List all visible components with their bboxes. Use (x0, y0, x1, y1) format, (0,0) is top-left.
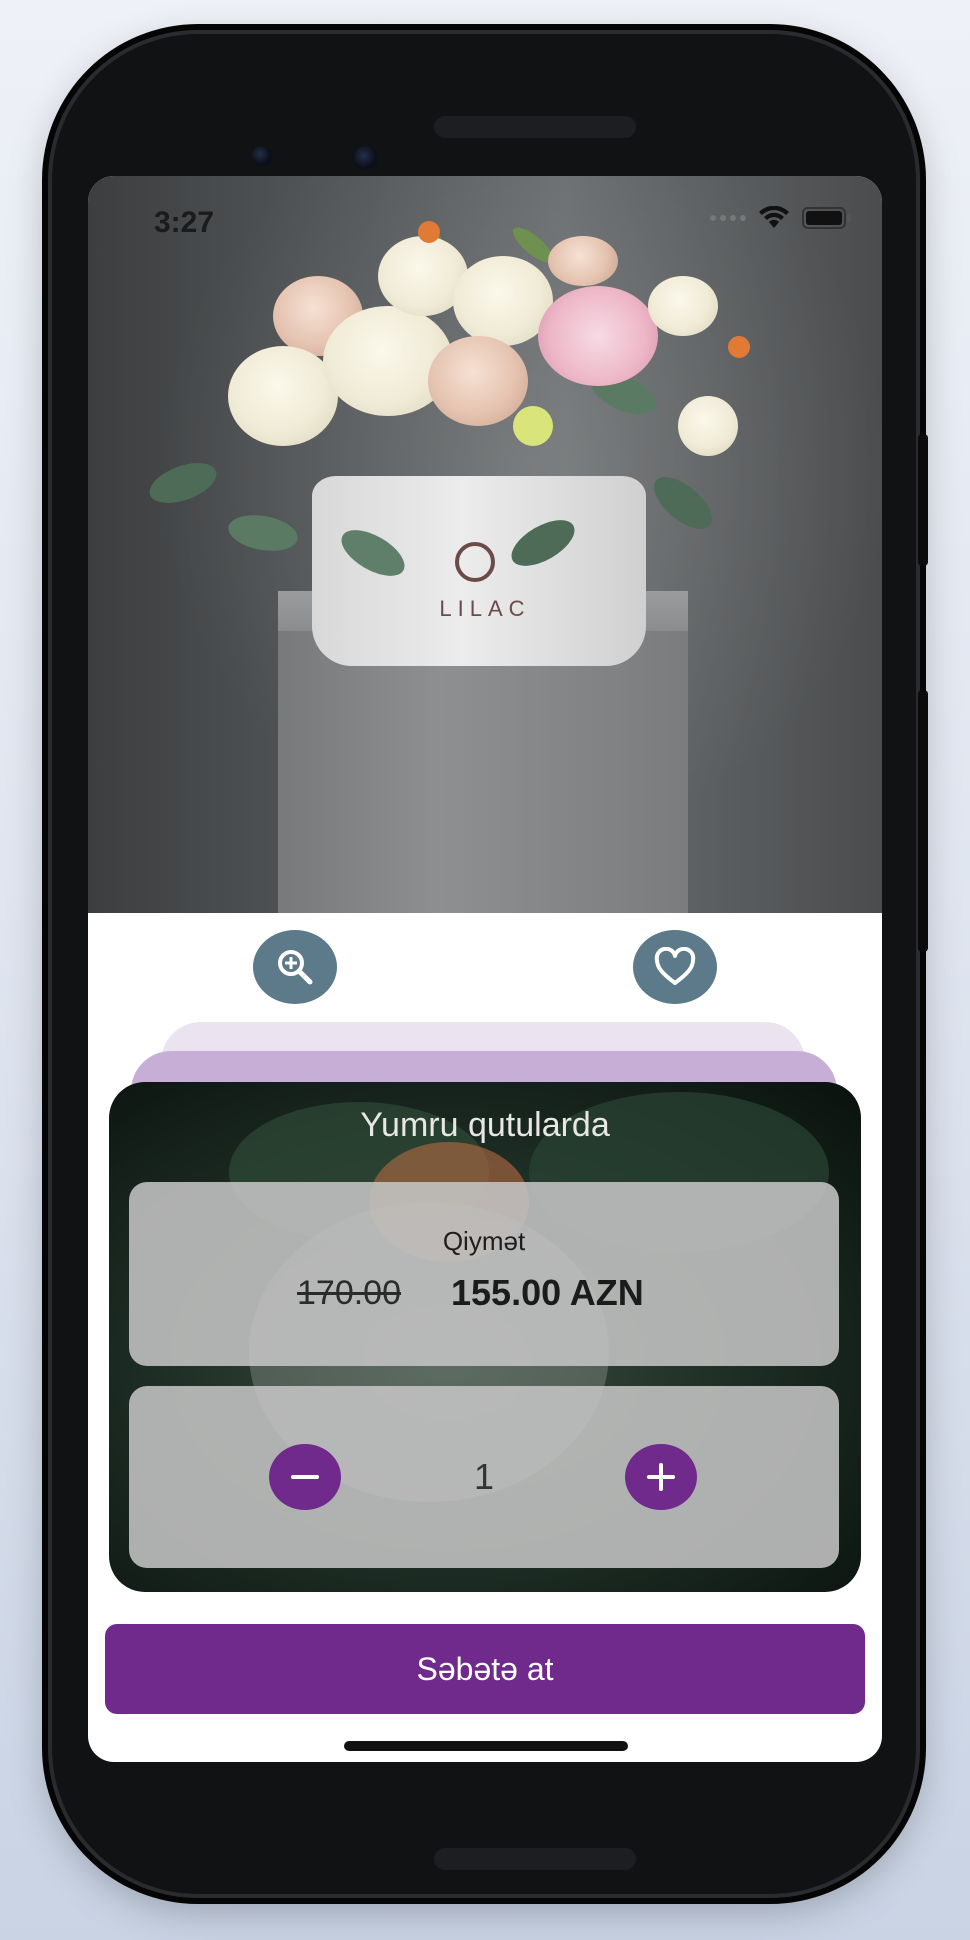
concrete-pedestal (278, 591, 688, 913)
small-orange-flower (728, 336, 750, 358)
product-image[interactable]: LILAC 3:27 (88, 176, 882, 913)
price-panel: Qiymət 170.00 155.00 AZN (129, 1182, 839, 1366)
status-icons (710, 206, 852, 230)
favorite-button[interactable] (633, 930, 717, 1004)
rose-bloom (548, 236, 618, 286)
home-indicator[interactable] (344, 1741, 628, 1751)
quantity-value: 1 (473, 1456, 495, 1497)
volume-button (918, 690, 928, 952)
rose-bloom (648, 276, 718, 336)
rose-bloom (228, 346, 338, 446)
bottom-speaker (434, 1848, 636, 1870)
rose-bloom (678, 396, 738, 456)
app-screen: LILAC 3:27 Yumru qutularda Qiymət 170.00… (88, 176, 882, 1762)
battery-icon (802, 207, 851, 229)
signal-icon (710, 215, 746, 221)
add-to-cart-button[interactable]: Səbətə at (105, 1624, 865, 1714)
plus-icon (647, 1463, 675, 1491)
box-logo-text: LILAC (439, 596, 531, 621)
lisianthus-bud (513, 406, 553, 446)
box-logo-mark (455, 542, 495, 582)
heart-icon (654, 947, 696, 985)
front-camera (354, 146, 378, 170)
zoom-button[interactable] (253, 930, 337, 1004)
lily-bloom (538, 286, 658, 386)
current-price: 155.00 AZN (451, 1272, 644, 1313)
old-price: 170.00 (297, 1274, 401, 1312)
earpiece-speaker (434, 116, 636, 138)
product-title: Yumru qutularda (360, 1106, 610, 1144)
status-time: 3:27 (154, 206, 215, 239)
wifi-icon (759, 206, 789, 228)
power-button (918, 434, 928, 566)
zoom-in-icon (278, 950, 313, 985)
price-label: Qiymət (442, 1226, 526, 1256)
quantity-stepper: 1 (129, 1386, 839, 1568)
front-sensor (252, 146, 272, 166)
increase-quantity-button[interactable] (625, 1444, 697, 1510)
product-card[interactable]: Yumru qutularda Qiymət 170.00 155.00 AZN… (109, 1082, 861, 1592)
small-orange-flower (418, 221, 440, 243)
rose-bloom (428, 336, 528, 426)
